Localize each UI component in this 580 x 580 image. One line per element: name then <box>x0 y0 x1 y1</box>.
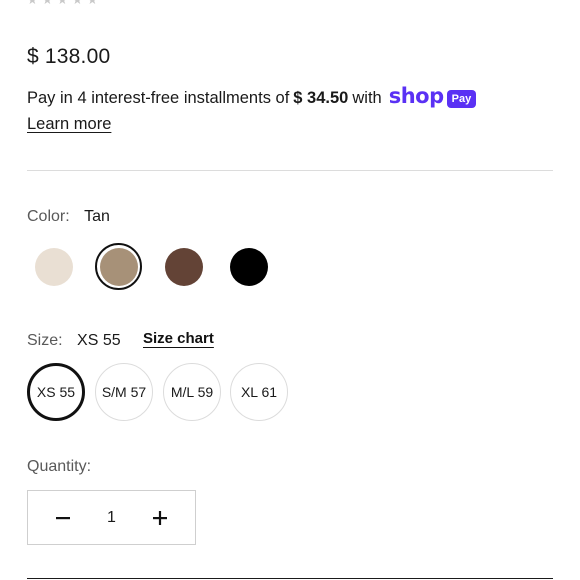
learn-more-link[interactable]: Learn more <box>27 115 111 134</box>
color-swatch-black[interactable] <box>225 243 273 291</box>
size-label: Size: <box>27 332 63 349</box>
color-swatch-tan[interactable] <box>95 243 142 290</box>
star-icon: ★ <box>72 0 83 7</box>
minus-icon <box>56 516 70 519</box>
size-chart-link[interactable]: Size chart <box>143 330 214 347</box>
quantity-value[interactable]: 1 <box>107 509 116 527</box>
size-option-m-l-59[interactable]: M/L 59 <box>163 363 221 421</box>
installment-amount: $ 34.50 <box>293 89 349 107</box>
divider-bottom <box>27 578 553 579</box>
rating-stars: ★ ★ ★ ★ ★ <box>27 0 99 6</box>
divider <box>27 170 553 171</box>
size-option-xl-61[interactable]: XL 61 <box>230 363 288 421</box>
swatch-fill <box>99 247 138 286</box>
swatch-fill <box>35 248 73 286</box>
installments-suffix: with <box>352 89 382 107</box>
swatch-fill <box>230 248 268 286</box>
shop-pay-badge: Pay <box>446 89 477 108</box>
color-swatch-brown[interactable] <box>160 243 208 291</box>
shop-pay-wordmark: shop <box>388 84 444 108</box>
color-label-row: Color: Tan <box>27 208 110 226</box>
swatch-fill <box>165 248 203 286</box>
star-icon: ★ <box>42 0 53 7</box>
star-icon: ★ <box>27 0 38 7</box>
quantity-decrease-button[interactable] <box>48 503 78 533</box>
size-selected-value: XS 55 <box>77 332 121 349</box>
shop-pay-logo: shop Pay <box>389 86 477 108</box>
installments-message: Pay in 4 interest-free installments of $… <box>27 86 477 108</box>
color-selected-value: Tan <box>84 208 110 225</box>
star-icon: ★ <box>87 0 98 7</box>
installments-prefix: Pay in 4 interest-free installments of <box>27 89 290 107</box>
color-swatch-cream[interactable] <box>30 243 78 291</box>
quantity-increase-button[interactable] <box>145 503 175 533</box>
plus-icon <box>153 510 167 525</box>
size-option-s-m-57[interactable]: S/M 57 <box>95 363 153 421</box>
quantity-stepper: 1 <box>27 490 196 545</box>
size-option-xs-55[interactable]: XS 55 <box>27 363 85 421</box>
quantity-label: Quantity: <box>27 458 92 475</box>
product-price: $ 138.00 <box>27 45 111 68</box>
color-label: Color: <box>27 208 70 225</box>
star-icon: ★ <box>57 0 68 7</box>
size-label-row: Size: XS 55 <box>27 332 121 350</box>
